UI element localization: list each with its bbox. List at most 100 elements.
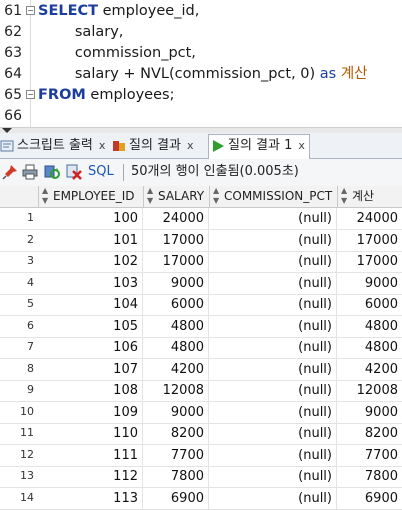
sql-editor[interactable]: 61− SELECT employee_id, 62 salary, 63 commi…: [0, 0, 402, 127]
employee-id-cell[interactable]: 100: [38, 208, 143, 229]
tab-close-icon[interactable]: x: [187, 139, 194, 152]
table-row[interactable]: 6 105 4800 (null) 4800: [0, 315, 402, 338]
row-number: 11: [20, 426, 34, 439]
employee-id-cell[interactable]: 103: [38, 272, 143, 294]
employee-id-cell[interactable]: 109: [38, 401, 143, 423]
commission-pct-cell[interactable]: (null): [209, 251, 337, 272]
tab-query-result[interactable]: 질의 결과 x: [112, 135, 206, 157]
employee-id-cell[interactable]: 107: [38, 358, 143, 380]
table-row[interactable]: 9 108 12008 (null) 12008: [0, 380, 402, 402]
table-row[interactable]: 4 103 9000 (null) 9000: [0, 272, 402, 295]
calc-cell[interactable]: 12008: [337, 380, 402, 401]
employee-id-cell[interactable]: 105: [38, 315, 143, 337]
table-row[interactable]: 2 101 17000 (null) 17000: [0, 229, 402, 252]
table-row[interactable]: 11 110 8200 (null) 8200: [0, 423, 402, 445]
commission-pct-cell[interactable]: (null): [209, 229, 337, 251]
salary-cell[interactable]: 6000: [143, 294, 209, 315]
tab-query-result-1[interactable]: 질의 결과 1 x: [208, 134, 310, 159]
code-line[interactable]: 63 commission_pct,: [0, 42, 402, 64]
calc-cell[interactable]: 6000: [337, 294, 402, 315]
commission-pct-cell[interactable]: (null): [209, 487, 337, 509]
calc-cell[interactable]: 4800: [337, 316, 402, 337]
commission-pct-cell[interactable]: (null): [209, 272, 337, 294]
employee-id-cell[interactable]: 108: [38, 380, 143, 401]
grid-header: ▲ ▼ EMPLOYEE_ID ▲ ▼ SALARY ▲ ▼ COMMISSION_PCT …: [0, 186, 402, 208]
print-icon[interactable]: [22, 164, 38, 180]
tab-close-icon[interactable]: x: [298, 139, 305, 152]
table-row[interactable]: 10 109 9000 (null) 9000: [0, 401, 402, 424]
tab-script-output[interactable]: 스크립트 출력 x: [0, 135, 108, 157]
calc-cell[interactable]: 7700: [337, 445, 402, 466]
result-grid[interactable]: ▲ ▼ EMPLOYEE_ID ▲ ▼ SALARY ▲ ▼ COMMISSION_PCT …: [0, 186, 402, 510]
fold-toggle-icon[interactable]: −: [26, 90, 35, 99]
table-row[interactable]: 14 113 6900 (null) 6900: [0, 487, 402, 510]
salary-cell[interactable]: 17000: [143, 251, 209, 272]
salary-cell[interactable]: 9000: [143, 401, 209, 423]
calc-cell[interactable]: 4200: [337, 359, 402, 380]
employee-id-cell[interactable]: 104: [38, 294, 143, 315]
calc-cell[interactable]: 9000: [337, 402, 402, 423]
salary-cell[interactable]: 4800: [143, 315, 209, 337]
line-number: 62: [4, 24, 22, 40]
sql-link[interactable]: SQL: [88, 163, 114, 181]
column-header-salary[interactable]: ▲ ▼ SALARY: [143, 186, 210, 207]
employee-id-cell[interactable]: 113: [38, 487, 143, 509]
code-line[interactable]: 62 salary,: [0, 21, 402, 43]
salary-cell[interactable]: 4200: [143, 358, 209, 380]
employee-id-cell[interactable]: 106: [38, 337, 143, 358]
commission-pct-cell[interactable]: (null): [209, 423, 337, 444]
commission-pct-cell[interactable]: (null): [209, 380, 337, 401]
calc-cell[interactable]: 4800: [337, 337, 402, 358]
calc-cell[interactable]: 17000: [337, 230, 402, 251]
table-row[interactable]: 12 111 7700 (null) 7700: [0, 444, 402, 467]
fold-toggle-icon[interactable]: −: [26, 6, 35, 15]
salary-cell[interactable]: 7700: [143, 444, 209, 466]
commission-pct-cell[interactable]: (null): [209, 315, 337, 337]
employee-id-cell[interactable]: 110: [38, 423, 143, 444]
employee-id-cell[interactable]: 112: [38, 466, 143, 487]
calc-cell[interactable]: 6900: [337, 488, 402, 509]
commission-pct-cell[interactable]: (null): [209, 358, 337, 380]
salary-cell[interactable]: 6900: [143, 487, 209, 509]
column-header-employee-id[interactable]: ▲ ▼ EMPLOYEE_ID: [38, 186, 144, 207]
employee-id-cell[interactable]: 111: [38, 444, 143, 466]
salary-cell[interactable]: 17000: [143, 229, 209, 251]
employee-id-cell[interactable]: 101: [38, 229, 143, 251]
table-row[interactable]: 7 106 4800 (null) 4800: [0, 337, 402, 359]
code-line[interactable]: 61− SELECT employee_id,: [0, 0, 402, 22]
calc-cell[interactable]: 24000: [337, 208, 402, 229]
column-header-commission-pct[interactable]: ▲ ▼ COMMISSION_PCT: [209, 186, 338, 207]
employee-id-cell[interactable]: 102: [38, 251, 143, 272]
calc-cell[interactable]: 9000: [337, 273, 402, 294]
commission-pct-cell[interactable]: (null): [209, 466, 337, 487]
code-text: salary,: [38, 21, 124, 43]
code-line[interactable]: 66: [0, 105, 402, 127]
export-icon[interactable]: [66, 164, 82, 180]
table-row[interactable]: 5 104 6000 (null) 6000: [0, 294, 402, 316]
salary-cell[interactable]: 24000: [143, 208, 209, 229]
commission-pct-cell[interactable]: (null): [209, 401, 337, 423]
salary-cell[interactable]: 8200: [143, 423, 209, 444]
pin-icon[interactable]: [2, 164, 18, 180]
refresh-icon[interactable]: [44, 164, 60, 180]
calc-cell[interactable]: 7800: [337, 466, 402, 487]
commission-pct-cell[interactable]: (null): [209, 294, 337, 315]
column-header-calc[interactable]: ▲ ▼ 계산: [337, 186, 402, 207]
salary-cell[interactable]: 12008: [143, 380, 209, 401]
commission-pct-cell[interactable]: (null): [209, 444, 337, 466]
table-row[interactable]: 8 107 4200 (null) 4200: [0, 358, 402, 381]
tab-close-icon[interactable]: x: [99, 139, 106, 152]
salary-cell[interactable]: 7800: [143, 466, 209, 487]
salary-cell[interactable]: 4800: [143, 337, 209, 358]
row-number: 12: [20, 447, 34, 461]
commission-pct-cell[interactable]: (null): [209, 208, 337, 229]
commission-pct-cell[interactable]: (null): [209, 337, 337, 358]
table-row[interactable]: 3 102 17000 (null) 17000: [0, 251, 402, 273]
code-line[interactable]: 64 salary + NVL(commission_pct, 0) as 계산: [0, 63, 402, 85]
salary-cell[interactable]: 9000: [143, 272, 209, 294]
code-line[interactable]: 65− FROM employees;: [0, 84, 402, 106]
table-row[interactable]: 13 112 7800 (null) 7800: [0, 466, 402, 488]
calc-cell[interactable]: 8200: [337, 423, 402, 444]
calc-cell[interactable]: 17000: [337, 251, 402, 272]
table-row[interactable]: 1 100 24000 (null) 24000: [0, 208, 402, 230]
